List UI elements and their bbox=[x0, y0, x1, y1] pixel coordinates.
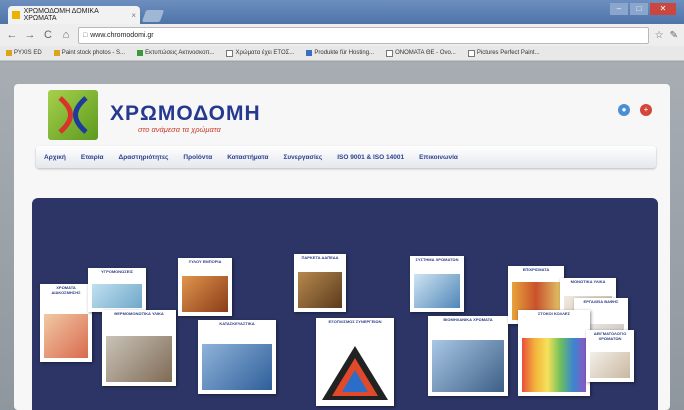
wrench-icon[interactable]: ✎ bbox=[670, 30, 678, 41]
menu-item-home[interactable]: Αρχική bbox=[44, 154, 66, 161]
product-image bbox=[298, 272, 342, 308]
page-icon bbox=[226, 49, 234, 57]
address-bar[interactable]: □ www.chromodomi.gr bbox=[78, 26, 649, 44]
product-card[interactable]: ΘΕΡΜΟΜΟΝΩΤΙΚΑ ΥΛΙΚΑ bbox=[102, 310, 176, 386]
close-window-button[interactable]: ✕ bbox=[650, 3, 676, 15]
brand-slogan: στο ανάμεσα τα χρώματα bbox=[138, 125, 221, 134]
menu-item-activities[interactable]: Δραστηριότητες bbox=[119, 154, 169, 161]
product-card[interactable]: ΚΑΤΑΣΚΕΥΑΣΤΙΚΑ bbox=[198, 320, 276, 394]
product-image bbox=[522, 338, 586, 392]
product-image bbox=[432, 340, 504, 392]
folder-icon bbox=[6, 50, 12, 56]
product-card[interactable]: ΞΥΛΟΥ ΕΜΠΟΡΙΑ bbox=[178, 258, 232, 316]
folder-icon bbox=[53, 50, 60, 56]
address-url: www.chromodomi.gr bbox=[90, 31, 154, 39]
bookmark-item[interactable]: Pictures Perfect Paint... bbox=[467, 49, 540, 57]
color-triangle-icon bbox=[322, 346, 388, 400]
menu-item-products[interactable]: Προϊόντα bbox=[183, 154, 212, 161]
minimize-button[interactable]: – bbox=[610, 3, 628, 15]
product-image bbox=[182, 276, 228, 312]
site-container: ΧΡΩΜΟΔΟΜΗ στο ανάμεσα τα χρώματα ● + Αρχ… bbox=[14, 84, 670, 410]
product-card[interactable]: ΒΙΟΜΗΧΑΝΙΚΑ ΧΡΩΜΑΤΑ bbox=[428, 316, 508, 396]
product-card[interactable]: ΠΑΡΚΕΤΑ ΔΑΠΕΔΑ bbox=[294, 254, 346, 312]
page-icon: □ bbox=[83, 31, 88, 39]
language-gr-icon[interactable]: + bbox=[640, 104, 652, 116]
product-image bbox=[106, 336, 172, 382]
bookmark-item[interactable]: ΟΝΟΜΑΤΑ ΘΕ - Ονο... bbox=[386, 49, 456, 57]
bookmarks-bar: PYXIS ED Paint stock photos - S... Εκτυπ… bbox=[0, 46, 684, 61]
product-image bbox=[92, 284, 142, 308]
menu-item-partners[interactable]: Συνεργασίες bbox=[283, 154, 322, 161]
page-icon bbox=[386, 49, 394, 57]
forward-button[interactable]: → bbox=[24, 29, 36, 41]
logo-icon[interactable] bbox=[48, 90, 98, 140]
product-card[interactable]: ΣΥΣΤΗΜΑ ΧΡΩΜΑΤΩΝ bbox=[410, 256, 464, 312]
menu-item-stores[interactable]: Καταστήματα bbox=[227, 154, 268, 161]
browser-titlebar: ΧΡΩΜΟΔΟΜΗ ΔΟΜΙΚΑ ΧΡΩΜΑΤΑ × – □ ✕ bbox=[0, 0, 684, 24]
tab-close-icon[interactable]: × bbox=[131, 11, 136, 20]
bookmark-item[interactable]: Χρώματα έχει ΕΤΟΣ... bbox=[226, 49, 294, 57]
menu-item-iso[interactable]: ISO 9001 & ISO 14001 bbox=[337, 154, 404, 161]
browser-toolbar: ← → C ⌂ □ www.chromodomi.gr ☆ ✎ bbox=[0, 24, 684, 46]
product-image bbox=[414, 274, 460, 308]
product-card[interactable]: ΔΕΙΓΜΑΤΟΛΟΓΙΟ ΧΡΩΜΑΤΩΝ bbox=[586, 330, 634, 382]
product-image bbox=[202, 344, 272, 390]
back-button[interactable]: ← bbox=[6, 29, 18, 41]
page-viewport: ΧΡΩΜΟΔΟΜΗ στο ανάμεσα τα χρώματα ● + Αρχ… bbox=[0, 62, 684, 410]
tab-title: ΧΡΩΜΟΔΟΜΗ ΔΟΜΙΚΑ ΧΡΩΜΑΤΑ bbox=[23, 8, 99, 22]
maximize-button[interactable]: □ bbox=[630, 3, 648, 15]
window-controls: – □ ✕ bbox=[610, 3, 676, 15]
language-en-icon[interactable]: ● bbox=[618, 104, 630, 116]
bookmark-item[interactable]: Produkte für Hosting... bbox=[306, 50, 374, 56]
browser-tab[interactable]: ΧΡΩΜΟΔΟΜΗ ΔΟΜΙΚΑ ΧΡΩΜΑΤΑ × bbox=[8, 6, 140, 24]
main-menu: Αρχική Εταιρία Δραστηριότητες Προϊόντα Κ… bbox=[36, 146, 656, 168]
site-icon bbox=[306, 50, 313, 56]
bookmark-star-icon[interactable]: ☆ bbox=[655, 30, 664, 41]
page-icon bbox=[467, 49, 475, 57]
product-card[interactable]: ΕΞΟΠΛΙΣΜΟΣ ΣΥΝΕΡΓΕΙΩΝ bbox=[316, 318, 394, 406]
bookmark-item[interactable]: Εκτυπώσεις Ακτινοσκοπ... bbox=[137, 50, 214, 56]
product-card[interactable]: ΣΤΟΚΟΙ ΚΟΛΛΕΣ bbox=[518, 310, 590, 396]
favicon-icon bbox=[12, 11, 20, 19]
bookmark-item[interactable]: PYXIS ED bbox=[6, 50, 42, 56]
home-button[interactable]: ⌂ bbox=[60, 29, 72, 41]
new-tab-button[interactable] bbox=[141, 10, 165, 22]
bookmark-item[interactable]: Paint stock photos - S... bbox=[53, 50, 125, 56]
menu-item-company[interactable]: Εταιρία bbox=[81, 154, 104, 161]
product-image bbox=[590, 352, 630, 378]
reload-button[interactable]: C bbox=[42, 29, 54, 41]
brand-name: ΧΡΩΜΟΔΟΜΗ bbox=[110, 102, 261, 125]
product-card[interactable]: ΧΡΩΜΑΤΑ ΔΙΑΚΟΣΜΗΣΗΣ bbox=[40, 284, 92, 362]
menu-item-contact[interactable]: Επικοινωνία bbox=[419, 154, 458, 161]
product-image bbox=[44, 314, 88, 358]
site-icon bbox=[137, 50, 144, 56]
product-card[interactable]: ΥΓΡΟΜΟΝΩΣΕΙΣ bbox=[88, 268, 146, 312]
